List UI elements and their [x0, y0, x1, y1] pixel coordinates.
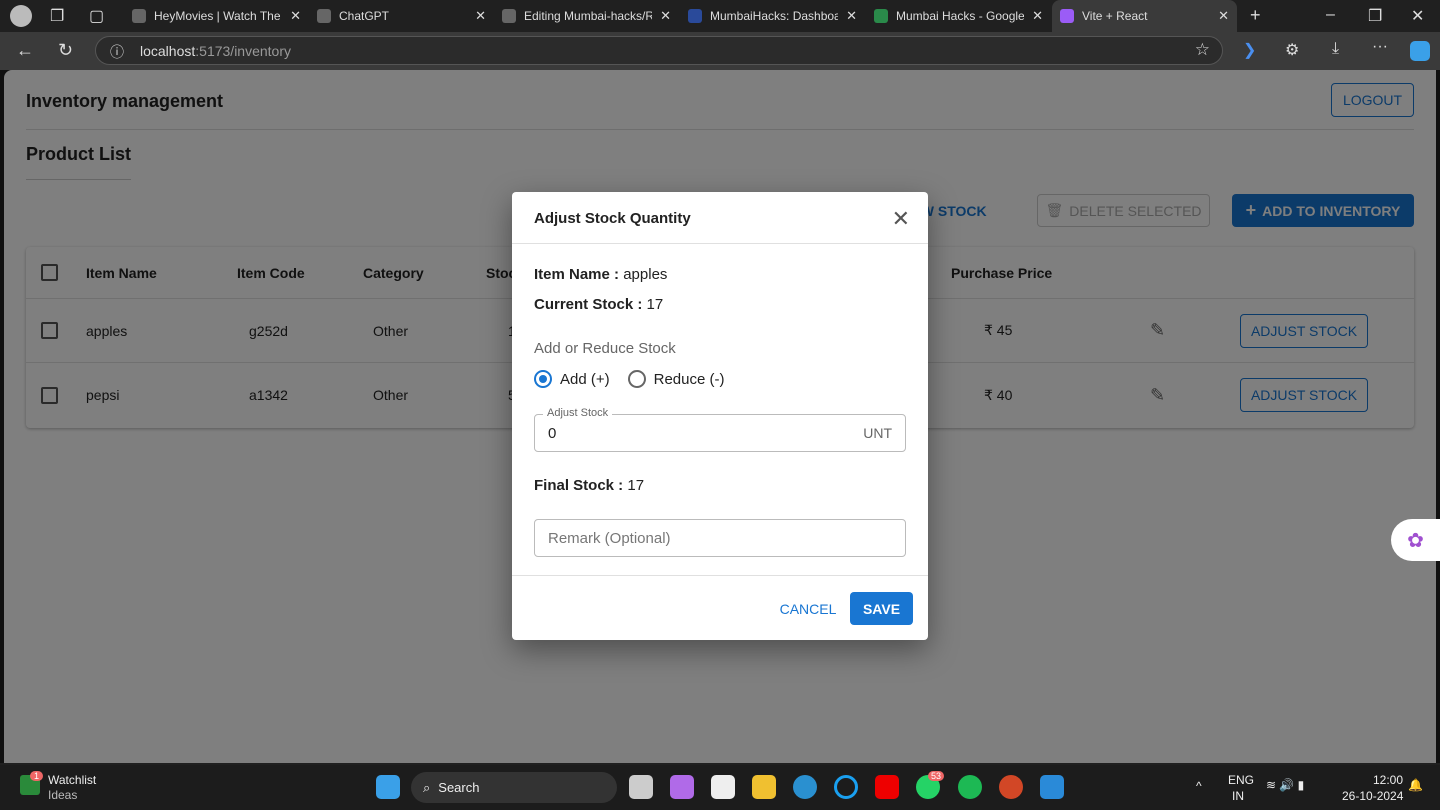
notification-badge: 1 [30, 771, 44, 781]
final-stock-label: Final Stock : [534, 477, 624, 494]
powerpoint-icon[interactable] [999, 775, 1023, 799]
refresh-icon[interactable]: ↻ [58, 40, 73, 61]
reduce-radio[interactable] [627, 370, 646, 388]
item-name-value: apples [623, 266, 668, 283]
reduce-label: Reduce (-) [653, 370, 725, 388]
chevron-up-icon[interactable]: ^ [1196, 779, 1202, 793]
clock-date: 26-10-2024 [1342, 789, 1404, 803]
notifications-bell-icon[interactable]: 🔔 [1408, 778, 1423, 792]
more-icon[interactable]: ··· [1372, 38, 1388, 56]
file-explorer-icon[interactable] [752, 775, 776, 799]
tab-github[interactable]: Editing Mumbai-hacks/RE ✕ [494, 0, 679, 32]
profile-icon[interactable] [10, 5, 32, 27]
assistant-brain-icon[interactable]: ✿ [1391, 519, 1440, 561]
window-close-icon[interactable]: ✕ [1411, 6, 1424, 26]
close-icon[interactable]: ✕ [892, 206, 910, 232]
close-tab-icon[interactable]: ✕ [1032, 8, 1043, 24]
spotify-icon[interactable] [958, 775, 982, 799]
adjust-stock-input[interactable]: Adjust Stock 0 UNT [534, 407, 906, 452]
close-tab-icon[interactable]: ✕ [475, 8, 486, 24]
favicon-icon [132, 9, 146, 23]
task-view-icon[interactable] [629, 775, 653, 799]
mode-label: Add or Reduce Stock [534, 340, 676, 357]
language-indicator[interactable]: ENG [1228, 773, 1254, 787]
adjust-stock-dialog: Adjust Stock Quantity ✕ Item Name : appl… [512, 192, 928, 640]
tab-mumbaihacks-dashboard[interactable]: MumbaiHacks: Dashboard ✕ [680, 0, 865, 32]
url-input[interactable]: ⓘ localhost:5173/inventory ☆ [95, 36, 1223, 65]
back-icon[interactable]: ← [16, 40, 34, 61]
unit-label: UNT [863, 425, 892, 441]
start-icon[interactable] [376, 775, 400, 799]
add-radio[interactable] [534, 370, 552, 388]
tab-chatgpt[interactable]: ChatGPT ✕ [309, 0, 494, 32]
item-name-label: Item Name : [534, 266, 620, 283]
close-tab-icon[interactable]: ✕ [290, 8, 301, 24]
tab-heymovies[interactable]: HeyMovies | Watch The H ✕ [124, 0, 309, 32]
favicon-icon [688, 9, 702, 23]
wifi-volume-battery-icon[interactable]: ≋ 🔊 ▮ [1266, 778, 1304, 792]
tab-vite-react[interactable]: Vite + React ✕ [1052, 0, 1237, 32]
remark-placeholder: Remark (Optional) [548, 529, 671, 547]
youtube-icon[interactable] [875, 775, 899, 799]
extensions-icon[interactable]: ⚙ [1285, 40, 1299, 60]
close-tab-icon[interactable]: ✕ [846, 8, 857, 24]
close-tab-icon[interactable]: ✕ [660, 8, 671, 24]
dialog-title: Adjust Stock Quantity [512, 192, 928, 244]
copilot-taskbar-icon[interactable] [670, 775, 694, 799]
favicon-icon [317, 9, 331, 23]
save-button[interactable]: SAVE [850, 592, 913, 625]
add-label: Add (+) [560, 370, 610, 388]
downloads-icon[interactable]: ⤓ [1332, 40, 1339, 58]
current-stock-value: 17 [646, 296, 664, 313]
close-tab-icon[interactable]: ✕ [1218, 8, 1229, 24]
new-tab-icon[interactable]: + [1250, 5, 1261, 26]
final-stock-value: 17 [627, 477, 645, 494]
favorite-star-icon[interactable]: ☆ [1195, 40, 1210, 60]
address-bar-row: ← ↻ ⓘ localhost:5173/inventory ☆ ❯ ⚙ ⤓ ·… [0, 32, 1440, 70]
github-icon [502, 9, 516, 23]
adjust-stock-value: 0 [548, 424, 557, 442]
minimize-icon[interactable]: – [1326, 6, 1335, 24]
vite-icon [1060, 9, 1074, 23]
tab-actions-icon[interactable]: ▢ [89, 6, 104, 26]
current-stock-label: Current Stock : [534, 296, 643, 313]
region-indicator: IN [1232, 789, 1244, 803]
divider [512, 575, 928, 576]
widget-title: Watchlist [48, 773, 97, 787]
taskbar-search[interactable]: ⌕ Search [411, 772, 617, 803]
vscode-icon[interactable] [1040, 775, 1064, 799]
extension-icon[interactable]: ❯ [1243, 40, 1256, 60]
copilot-icon[interactable] [1410, 41, 1430, 61]
cancel-button[interactable]: CANCEL [774, 592, 842, 625]
tab-google-drive[interactable]: Mumbai Hacks - Google D ✕ [866, 0, 1051, 32]
taskbar: 1 Watchlist Ideas ⌕ Search 53 ^ ENG IN ≋ … [0, 765, 1440, 810]
remark-input[interactable]: Remark (Optional) [534, 519, 906, 557]
widget-subtitle: Ideas [48, 788, 78, 802]
adjust-stock-label: Adjust Stock [543, 407, 613, 419]
clock-time[interactable]: 12:00 [1373, 773, 1403, 787]
edge-icon[interactable] [793, 775, 817, 799]
info-icon: ⓘ [110, 44, 124, 60]
notification-badge: 53 [928, 771, 945, 781]
search-icon: ⌕ [423, 779, 431, 795]
workspaces-icon[interactable]: ❐ [50, 6, 64, 26]
store-icon[interactable] [711, 775, 735, 799]
drive-icon [874, 9, 888, 23]
browser-tab-bar: ❐ ▢ HeyMovies | Watch The H ✕ ChatGPT ✕ Ed… [0, 0, 1440, 32]
alexa-icon[interactable] [834, 775, 858, 799]
restore-icon[interactable]: ❐ [1368, 6, 1382, 26]
